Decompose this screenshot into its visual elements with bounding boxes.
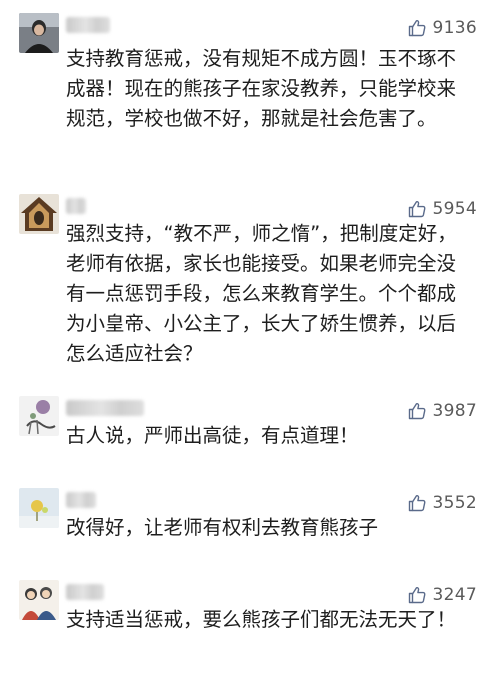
username-blurred[interactable] (66, 492, 96, 508)
thumbs-up-icon (407, 401, 427, 421)
avatar-image (19, 13, 59, 53)
like-count: 3247 (432, 585, 477, 605)
avatar[interactable] (19, 488, 59, 528)
avatar-image (19, 488, 59, 528)
avatar[interactable] (19, 396, 59, 436)
like-count: 3552 (432, 493, 477, 513)
username-blurred[interactable] (66, 198, 86, 214)
like-count: 5954 (432, 199, 477, 219)
avatar[interactable] (19, 13, 59, 53)
comment-text: 支持适当惩戒，要么熊孩子们都无法无天了！ (66, 608, 457, 631)
like-button[interactable]: 9136 (407, 16, 477, 40)
avatar-image (19, 396, 59, 436)
like-button[interactable]: 3552 (407, 491, 477, 515)
like-button[interactable]: 3247 (407, 583, 477, 607)
avatar-image (19, 194, 59, 234)
like-count: 9136 (432, 18, 477, 38)
comment-text: 支持教育惩戒，没有规矩不成方圆！玉不琢不成器！现在的熊孩子在家没教养，只能学校来… (66, 47, 457, 130)
avatar[interactable] (19, 194, 59, 234)
like-count: 3987 (432, 401, 477, 421)
like-button[interactable]: 5954 (407, 197, 477, 221)
avatar-image (19, 580, 59, 620)
comment-text: 古人说，严师出高徒，有点道理！ (66, 424, 359, 447)
username-blurred[interactable] (66, 17, 110, 33)
thumbs-up-icon (407, 493, 427, 513)
username-blurred[interactable] (66, 400, 144, 416)
avatar[interactable] (19, 580, 59, 620)
like-button[interactable]: 3987 (407, 399, 477, 423)
thumbs-up-icon (407, 585, 427, 605)
thumbs-up-icon (407, 18, 427, 38)
username-blurred[interactable] (66, 584, 104, 600)
thumbs-up-icon (407, 199, 427, 219)
comment-text: 改得好，让老师有权利去教育熊孩子 (66, 516, 379, 539)
comment-text: 强烈支持，“教不严，师之惰”，把制度定好，老师有依据，家长也能接受。如果老师完全… (66, 222, 457, 365)
